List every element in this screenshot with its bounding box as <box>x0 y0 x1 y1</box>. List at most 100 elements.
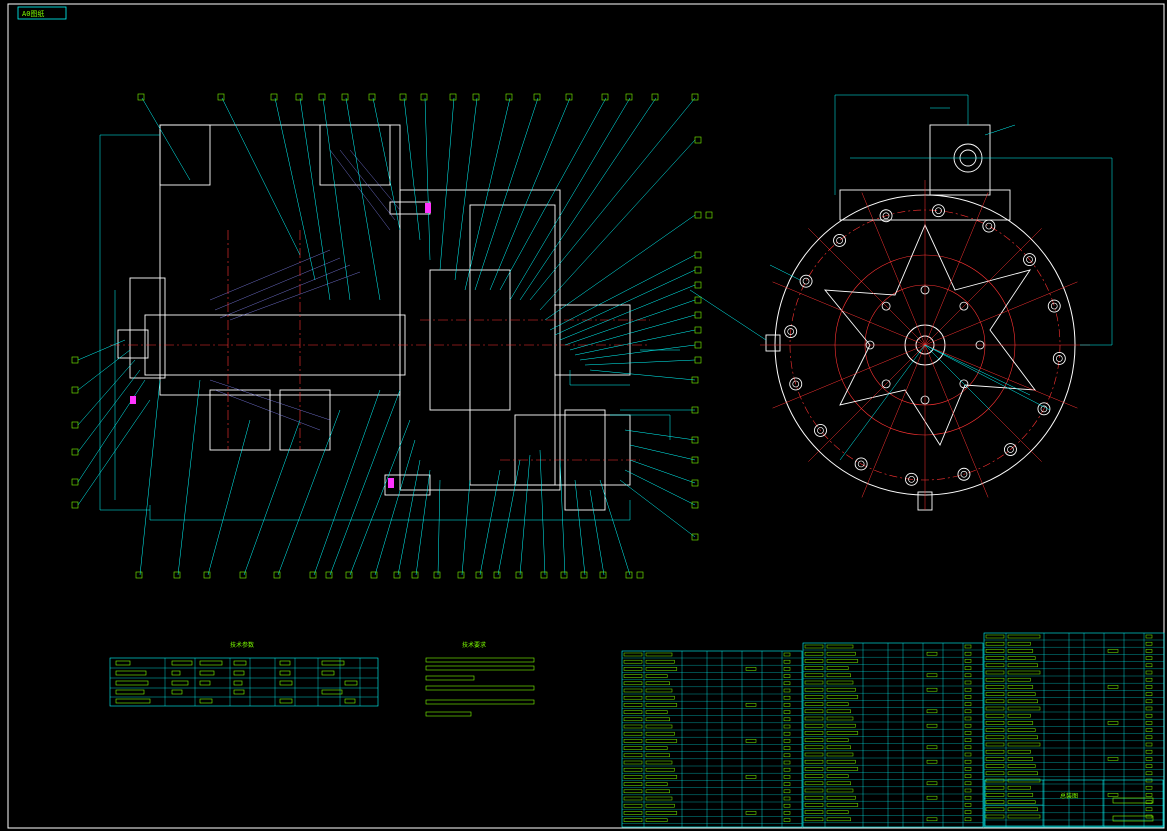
parts-list-cell <box>1145 814 1153 819</box>
parts-list-cell <box>783 767 791 772</box>
parts-list-cell <box>926 673 938 678</box>
parts-list-cell <box>1145 685 1153 689</box>
parts-list-cell <box>1007 757 1034 761</box>
parts-list-cell <box>985 793 1005 797</box>
tech-requirements: 技术要求 <box>425 641 535 717</box>
parts-list-cell <box>783 667 791 671</box>
section-hatching <box>209 149 401 431</box>
parts-list-cell <box>985 692 1005 696</box>
parts-list-cell <box>985 757 1005 761</box>
parts-list-cell <box>985 735 1005 740</box>
parts-list-cell <box>623 695 643 700</box>
parts-list-cell <box>645 818 668 822</box>
parts-list-cell <box>985 785 1005 790</box>
parts-list-cell <box>1145 713 1153 718</box>
parts-list-cell <box>1007 677 1031 682</box>
parts-list-cell <box>783 674 791 678</box>
parts-list-cell <box>1145 663 1153 668</box>
parts-list-cell <box>1145 778 1153 783</box>
parts-list-cell <box>804 651 824 656</box>
parts-list-cell <box>964 774 972 778</box>
parts-list-cell <box>926 795 938 800</box>
parts-list-cell <box>623 724 643 729</box>
parts-list-cell <box>964 659 972 663</box>
parts-list <box>621 632 1165 828</box>
parts-list-cell <box>1145 735 1153 740</box>
parts-list-cell <box>783 760 791 765</box>
parts-list-cell <box>826 666 849 670</box>
parts-list-cell <box>804 680 824 685</box>
parts-list-cell <box>783 703 791 707</box>
parts-list-cell <box>804 817 824 822</box>
parts-list-cell <box>783 803 791 808</box>
parts-list-cell <box>926 781 938 786</box>
parts-list-cell <box>826 709 851 714</box>
parts-list-cell <box>1007 764 1036 768</box>
parts-list-cell <box>645 731 675 736</box>
parts-list-cell <box>1007 649 1034 653</box>
outer-bolt-bore <box>985 222 993 230</box>
parts-list-cell <box>926 687 938 692</box>
parts-list-cell <box>1145 692 1153 696</box>
parts-list-cell <box>1007 713 1031 718</box>
parts-list-cell <box>623 681 643 686</box>
parts-list-cell <box>804 752 824 757</box>
parts-list-cell <box>964 680 972 685</box>
parts-list-cell <box>804 666 824 670</box>
parts-list-cell <box>985 699 1005 704</box>
parts-list-cell <box>926 709 938 714</box>
left-balloons <box>71 356 79 509</box>
parts-list-cell <box>826 810 849 814</box>
parts-list-cell <box>623 782 643 786</box>
parts-list-cell <box>1007 807 1038 812</box>
parts-list-cell <box>826 788 854 793</box>
outer-bolt-bore <box>802 277 810 285</box>
parts-list-cell <box>1145 742 1153 747</box>
parts-list-cell <box>804 644 824 649</box>
parts-list-cell <box>645 767 675 772</box>
parts-list-cell <box>623 811 643 815</box>
parts-list-cell <box>964 651 972 656</box>
parts-list-cell <box>645 695 675 700</box>
parts-list-cell <box>1007 663 1038 668</box>
parts-list-cell <box>1107 721 1119 725</box>
parts-list-cell <box>804 709 824 714</box>
radial-centerline <box>924 281 1078 346</box>
parts-list-cell <box>964 817 972 822</box>
outer-bolt-hole <box>982 219 996 233</box>
parts-list-cell <box>804 723 824 728</box>
parts-list-cell <box>645 659 675 664</box>
parts-list-cell <box>964 723 972 728</box>
title-block-name: 总装图 <box>1060 792 1078 800</box>
parts-list-cell <box>964 767 972 771</box>
outer-bolt-bore <box>1050 302 1058 310</box>
parts-list-cell <box>783 775 791 779</box>
parts-list-cell <box>1145 749 1153 754</box>
parts-list-cell <box>985 706 1005 711</box>
radial-centerline <box>772 344 926 409</box>
parts-list-cell <box>1007 699 1038 704</box>
parts-list-cell <box>804 803 824 807</box>
parts-list-cell <box>1007 656 1036 660</box>
parts-list-cell <box>985 713 1005 718</box>
parts-list-cell <box>783 796 791 801</box>
right-bottom-balloons <box>691 376 699 541</box>
parts-list-cell <box>623 652 643 657</box>
parts-list-cell <box>1145 721 1153 725</box>
parts-list-cell <box>985 771 1005 776</box>
parts-list-cell <box>1145 793 1153 797</box>
parts-list-cell <box>1007 692 1036 696</box>
shaft-end-nut <box>117 329 149 359</box>
parts-list-cell <box>985 641 1005 646</box>
radial-centerline <box>808 228 926 346</box>
parts-list-cell <box>1007 800 1036 804</box>
parts-list-cell <box>985 814 1005 819</box>
parts-list-cell <box>1145 728 1153 732</box>
radial-centerline <box>808 344 926 462</box>
parts-list-cell <box>1007 793 1034 797</box>
parts-list-cell <box>826 774 849 778</box>
parts-list-cell <box>926 745 938 750</box>
parts-list-cell <box>623 796 643 801</box>
parts-list-cell <box>1007 735 1038 740</box>
parts-list-cell <box>964 788 972 793</box>
